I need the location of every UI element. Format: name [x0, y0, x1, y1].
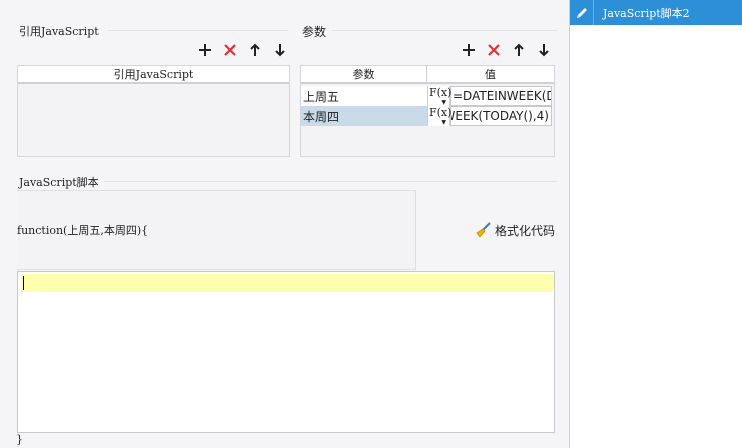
- formula-icon: F(x): [429, 86, 452, 99]
- script-section-title: JavaScript脚本: [19, 176, 99, 189]
- formula-icon: F(x): [429, 106, 452, 119]
- param-value-field[interactable]: WEEK(TODAY(),4): [450, 106, 552, 126]
- function-signature: function(上周五,本周四){: [17, 224, 149, 237]
- text-caret: [23, 276, 24, 290]
- delete-icon: [223, 44, 236, 56]
- move-down-ref-button[interactable]: [267, 40, 292, 60]
- pencil-icon: [576, 7, 587, 18]
- param-row[interactable]: 本周四 F(x) ▼ WEEK(TODAY(),4): [301, 106, 552, 126]
- ref-js-toolbar: [192, 40, 292, 60]
- delete-param-button[interactable]: [481, 40, 506, 60]
- params-toolbar: [456, 40, 556, 60]
- formula-button[interactable]: F(x) ▼: [428, 106, 452, 126]
- params-table: 参数 值 上周五 F(x) ▼ =DATEINWEEK(D 本周四 F(x) ▼…: [300, 65, 555, 157]
- add-ref-button[interactable]: [192, 40, 217, 60]
- param-value-column-header: 值: [427, 66, 554, 84]
- arrow-up-icon: [513, 43, 524, 56]
- javascript-editor-panel: 引用JavaScript 引用JavaScript 参数 参数 值 上周五 F(…: [0, 0, 570, 448]
- broom-icon: [476, 222, 491, 238]
- closing-brace: }: [16, 433, 23, 446]
- ref-js-section-title: 引用JavaScript: [19, 25, 99, 38]
- ref-js-column-header: 引用JavaScript: [18, 66, 289, 84]
- script-list-item[interactable]: JavaScript脚本2: [570, 0, 742, 25]
- format-code-label: 格式化代码: [495, 223, 556, 238]
- param-name-cell[interactable]: 上周五: [301, 86, 428, 106]
- script-list-panel: JavaScript脚本2: [570, 0, 742, 448]
- param-row[interactable]: 上周五 F(x) ▼ =DATEINWEEK(D: [301, 86, 552, 106]
- code-editor[interactable]: [17, 271, 555, 433]
- arrow-down-icon: [274, 44, 285, 57]
- move-up-ref-button[interactable]: [242, 40, 267, 60]
- delete-icon: [487, 44, 500, 56]
- dropdown-arrow-icon: ▼: [441, 119, 446, 126]
- ref-js-table[interactable]: 引用JavaScript: [17, 65, 290, 157]
- param-name-column-header: 参数: [301, 66, 427, 84]
- plus-icon: [462, 44, 475, 56]
- current-line-highlight: [21, 274, 553, 292]
- ref-js-section-divider: [108, 30, 288, 31]
- delete-ref-button[interactable]: [217, 40, 242, 60]
- formula-button[interactable]: F(x) ▼: [428, 86, 452, 106]
- edit-button[interactable]: [570, 0, 594, 25]
- add-param-button[interactable]: [456, 40, 481, 60]
- script-section-divider: [104, 181, 557, 182]
- param-name-cell[interactable]: 本周四: [301, 106, 428, 126]
- move-down-param-button[interactable]: [531, 40, 556, 60]
- plus-icon: [198, 44, 211, 56]
- arrow-down-icon: [538, 44, 549, 57]
- format-code-button[interactable]: 格式化代码: [474, 221, 555, 239]
- move-up-param-button[interactable]: [506, 40, 531, 60]
- dropdown-arrow-icon: ▼: [441, 99, 446, 106]
- params-section-divider: [332, 30, 557, 31]
- arrow-up-icon: [249, 43, 260, 56]
- script-list-item-label: JavaScript脚本2: [603, 6, 690, 20]
- param-value-field[interactable]: =DATEINWEEK(D: [450, 86, 552, 106]
- params-section-title: 参数: [302, 25, 327, 39]
